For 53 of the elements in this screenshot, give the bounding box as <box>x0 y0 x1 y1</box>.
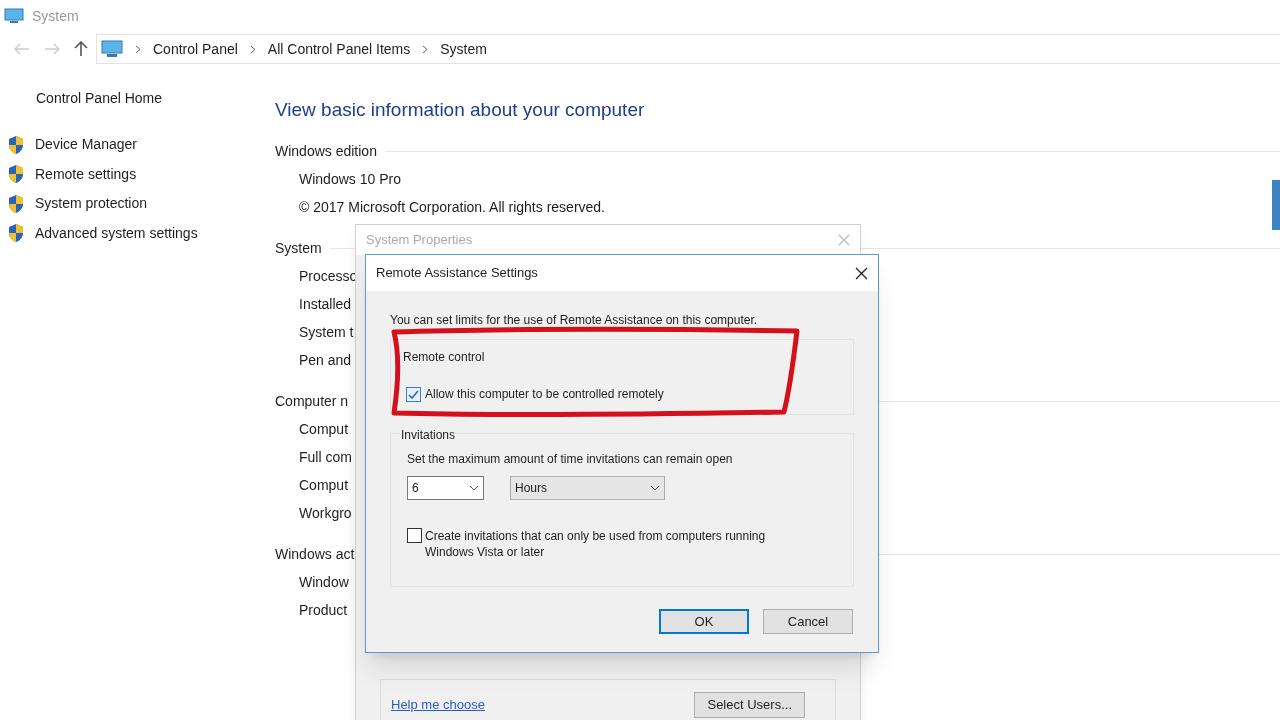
dialog-title: System Properties <box>366 231 473 250</box>
info-text: Windows 10 Pro <box>298 169 401 189</box>
shield-icon <box>7 134 25 155</box>
info-text: Full com <box>298 447 352 467</box>
breadcrumb-item[interactable]: System <box>440 38 487 60</box>
monitor-icon <box>4 8 24 24</box>
sidebar-link[interactable]: System protection <box>35 193 148 215</box>
dialog-title: Remote Assistance Settings <box>376 264 538 283</box>
up-arrow-icon[interactable] <box>74 41 88 57</box>
breadcrumb-item[interactable]: All Control Panel Items <box>267 38 411 60</box>
sidebar-link[interactable]: Control Panel Home <box>0 88 163 109</box>
dialog-button[interactable]: Cancel <box>763 609 853 634</box>
address-bar[interactable]: Control Panel All Control Panel Items System <box>96 34 1280 64</box>
monitor-icon <box>101 40 123 58</box>
info-text: © 2017 Microsoft Corporation. All rights reserved. <box>298 197 605 217</box>
breadcrumb-item[interactable]: Control Panel <box>153 38 238 60</box>
page-heading: View basic information about your computer <box>275 98 645 122</box>
sidebar-link[interactable]: Remote settings <box>35 163 137 185</box>
chevron-icon <box>135 44 141 54</box>
info-text: Installed <box>298 294 352 314</box>
unit-dropdown[interactable]: Hours <box>510 476 665 500</box>
help-link[interactable]: Help me choose <box>391 695 485 715</box>
shield-icon <box>7 164 25 185</box>
shield-icon <box>7 223 25 244</box>
select-users-button[interactable]: Select Users... <box>694 692 805 718</box>
info-text: Window <box>298 572 349 592</box>
window-title: System <box>32 6 79 26</box>
info-text: Workgro <box>298 503 352 523</box>
section-title: Computer n <box>275 391 349 411</box>
dialog-button[interactable]: OK <box>659 609 749 634</box>
amount-dropdown[interactable]: 6 <box>407 476 484 500</box>
sidebar-link[interactable]: Device Manager <box>35 134 137 156</box>
close-icon[interactable] <box>855 266 868 280</box>
group-title: Remote control <box>403 349 485 366</box>
info-text: Pen and <box>298 350 352 370</box>
section-title: System <box>275 238 322 258</box>
info-text: Comput <box>298 419 349 439</box>
chevron-icon <box>422 44 429 54</box>
checkbox[interactable] <box>407 528 422 543</box>
checkbox[interactable] <box>406 386 421 402</box>
sidebar-link[interactable]: Advanced system settings <box>35 222 198 244</box>
prompt-text: Set the maximum amount of time invitations can remain open <box>407 451 733 468</box>
chevron-icon <box>249 44 256 54</box>
info-text: Product <box>298 600 348 620</box>
shield-icon <box>7 193 25 214</box>
checkbox-label[interactable]: Create invitations that can only be used from computers running Windows Vista or later <box>425 528 805 560</box>
section-title: Windows edition <box>275 141 377 161</box>
info-text: System t <box>298 322 354 342</box>
checkbox-label[interactable]: Allow this computer to be controlled remotely <box>425 385 664 403</box>
scrollbar-thumb[interactable] <box>1272 180 1280 230</box>
section-title: Windows act <box>275 544 355 564</box>
info-text: Comput <box>298 475 349 495</box>
intro-text: You can set limits for the use of Remote Assistance on this computer. <box>390 312 758 329</box>
